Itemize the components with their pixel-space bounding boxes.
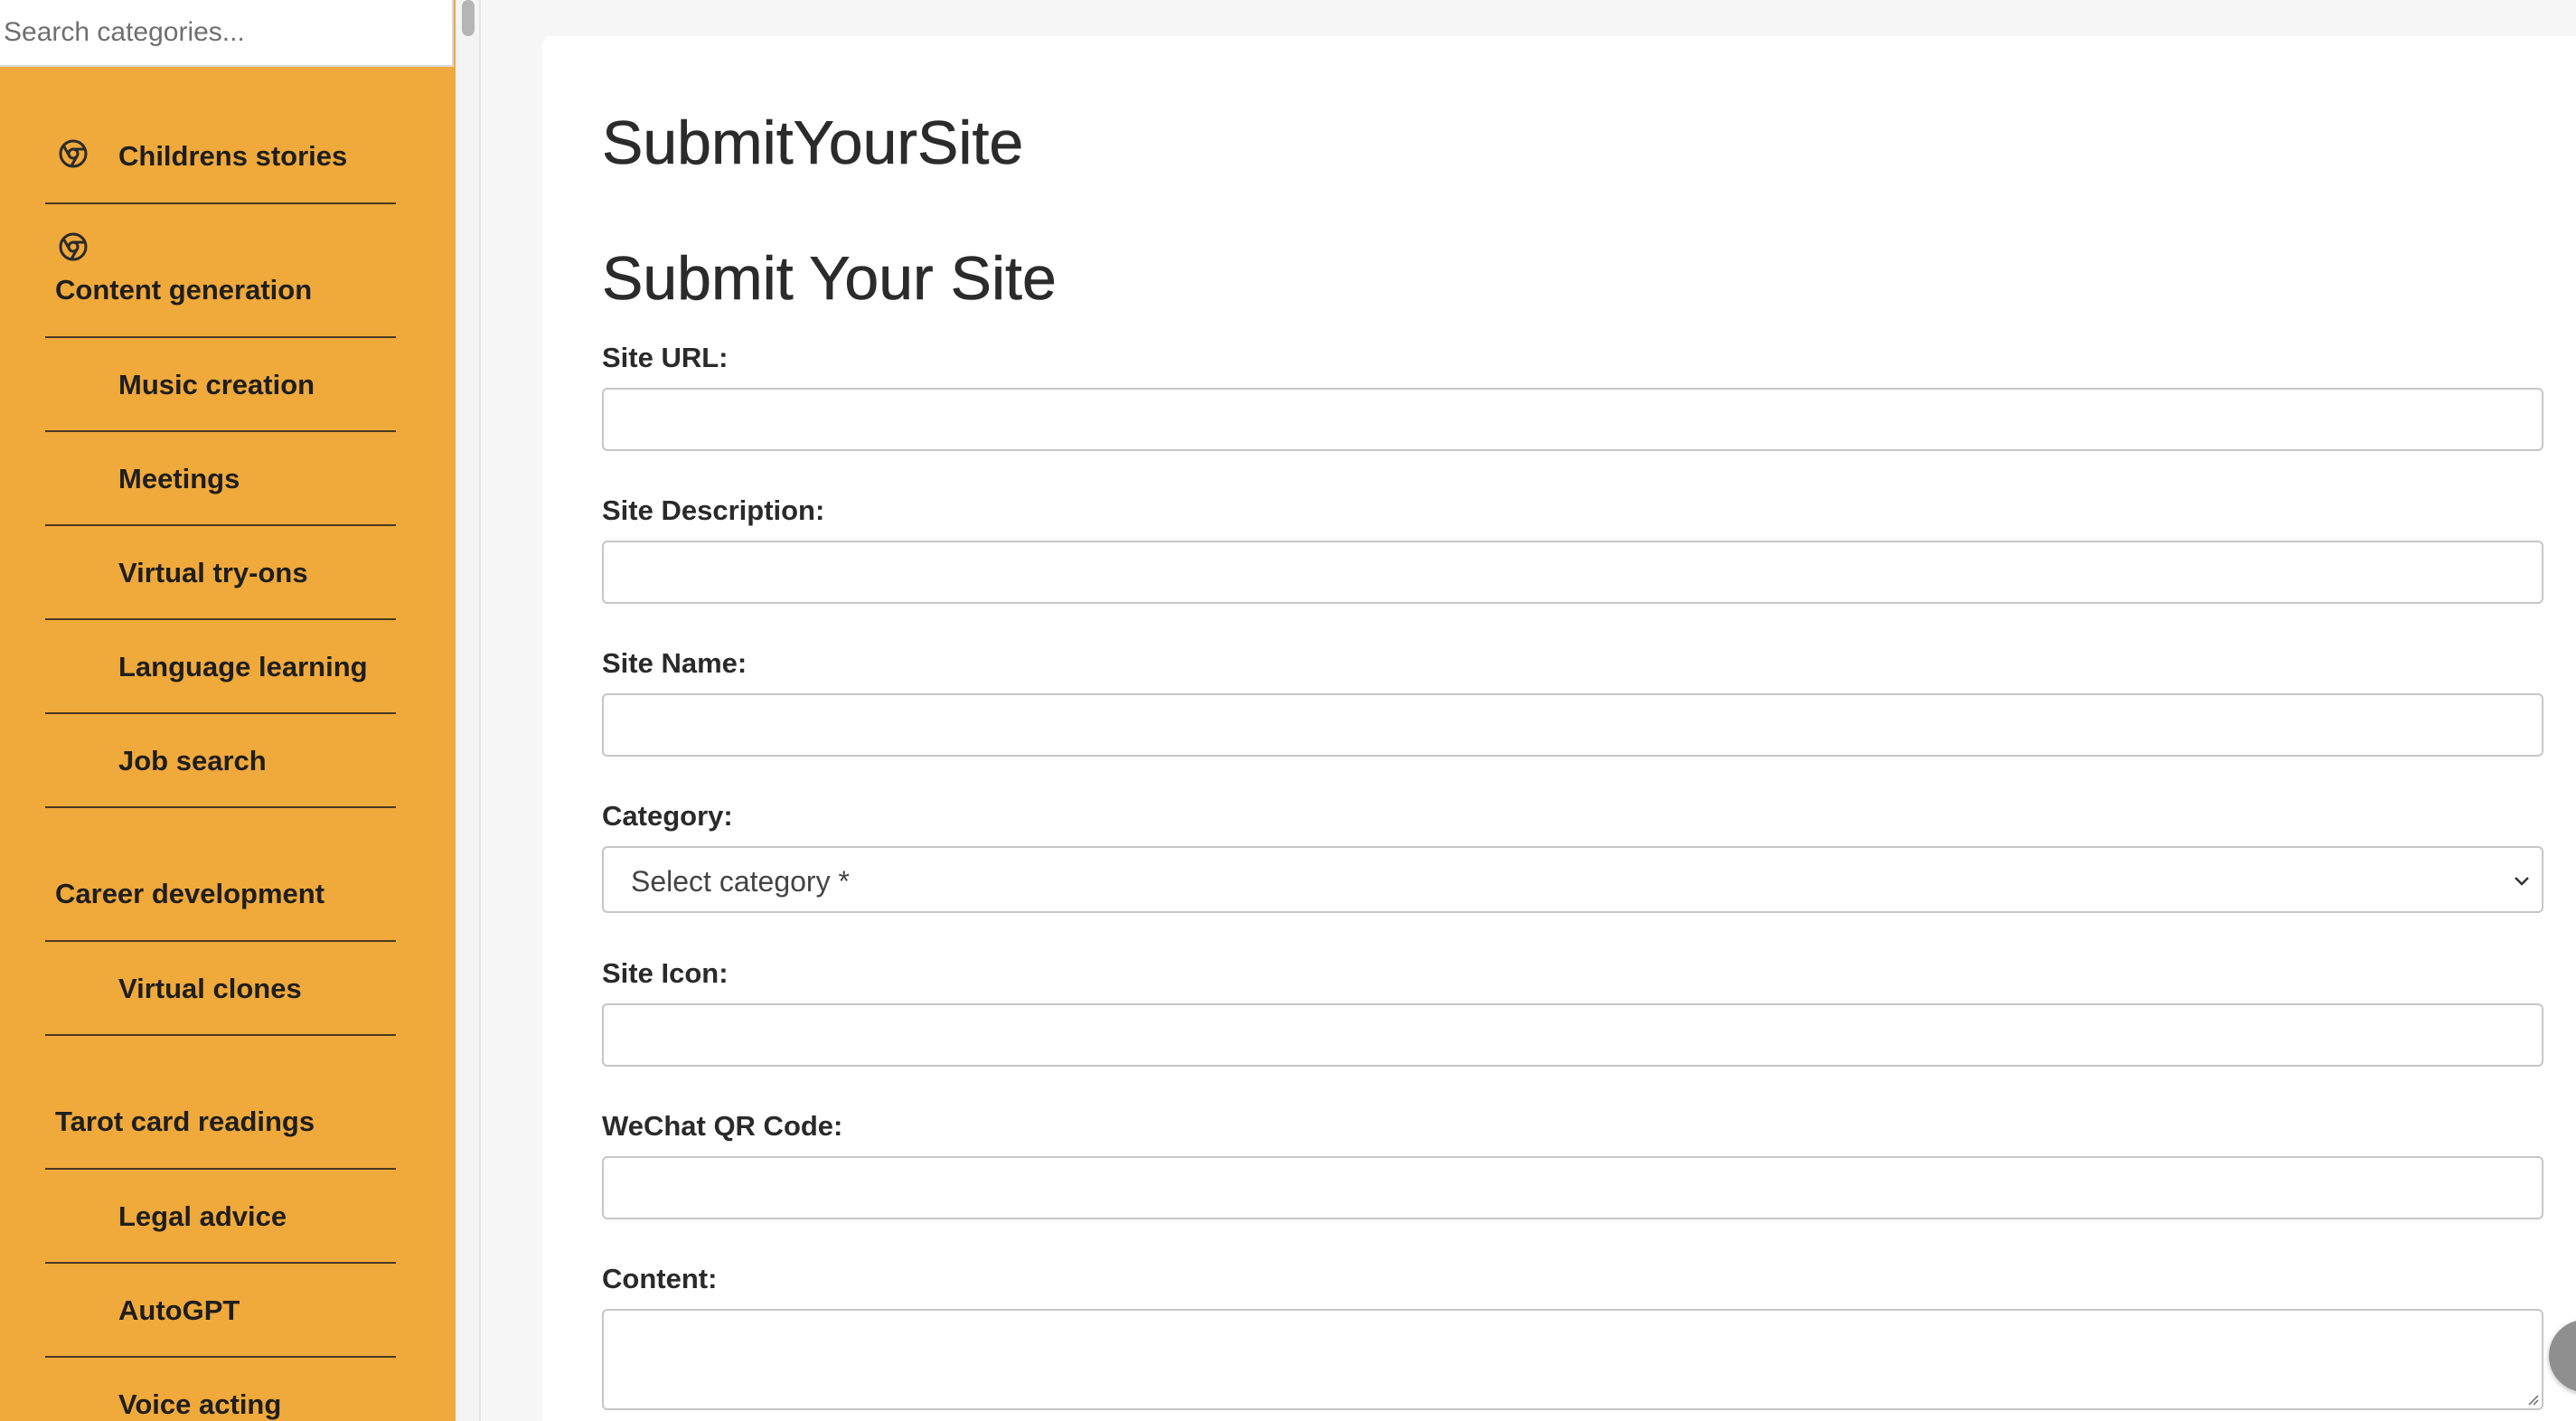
scrollbar-thumb[interactable] (462, 0, 475, 36)
sidebar-item-virtual-try-ons[interactable]: Virtual try-ons (45, 526, 396, 620)
form-title: Submit Your Site (602, 244, 1057, 313)
sidebar-scrollbar[interactable] (456, 0, 481, 1421)
sidebar-item-label: Voice acting (118, 1388, 282, 1420)
sidebar-item-label: AutoGPT (118, 1294, 240, 1326)
category-select-value: Select category * (631, 865, 850, 898)
site-description-label: Site Description: (602, 494, 825, 526)
sidebar-item-label: Childrens stories (118, 140, 348, 172)
sidebar-item-virtual-clones[interactable]: Virtual clones (45, 942, 396, 1036)
page-title: SubmitYourSite (602, 108, 1024, 177)
category-sidebar: Childrens stories Content generation Mus… (0, 0, 456, 1421)
sidebar-item-autogpt[interactable]: AutoGPT (45, 1264, 396, 1358)
site-icon-label: Site Icon: (602, 957, 729, 989)
sidebar-item-label: Music creation (118, 369, 315, 400)
site-name-label: Site Name: (602, 647, 747, 679)
site-description-input[interactable] (602, 541, 2543, 604)
site-name-input[interactable] (602, 693, 2543, 757)
sidebar-item-label: Legal advice (118, 1200, 287, 1232)
sidebar-item-language-learning[interactable]: Language learning (45, 620, 396, 714)
sidebar-item-label: Virtual try-ons (118, 557, 308, 588)
sidebar-item-content-generation[interactable]: Content generation (45, 204, 396, 338)
sidebar-item-legal-advice[interactable]: Legal advice (45, 1170, 396, 1264)
sidebar-item-label: Tarot card readings (55, 1106, 315, 1137)
site-icon-input[interactable] (602, 1003, 2543, 1067)
submit-form-panel: SubmitYourSite Submit Your Site Site URL… (542, 36, 2576, 1421)
sidebar-item-childrens-stories[interactable]: Childrens stories (45, 116, 396, 204)
sidebar-item-job-search[interactable]: Job search (45, 714, 396, 808)
sidebar-item-label: Virtual clones (118, 973, 302, 1004)
wechat-qr-input[interactable] (602, 1156, 2543, 1219)
category-search-box[interactable] (0, 0, 454, 67)
sidebar-item-label: Meetings (118, 463, 240, 494)
category-select[interactable]: Select category * (602, 846, 2543, 913)
sidebar-item-label: Content generation (55, 274, 313, 306)
sidebar-item-label: Language learning (118, 651, 368, 682)
resize-grip-icon[interactable] (2524, 1390, 2540, 1407)
chrome-icon (59, 232, 88, 261)
chrome-icon (59, 139, 88, 168)
sidebar-item-label: Job search (118, 745, 267, 776)
sidebar-item-meetings[interactable]: Meetings (45, 432, 396, 526)
content-textarea[interactable] (602, 1309, 2543, 1410)
sidebar-item-label: Career development (55, 878, 325, 909)
sidebar-item-voice-acting[interactable]: Voice acting (45, 1358, 396, 1421)
site-url-input[interactable] (602, 388, 2543, 451)
category-label: Category: (602, 800, 733, 832)
chevron-down-icon (2515, 877, 2529, 886)
sidebar-item-career-development[interactable]: Career development (45, 808, 396, 942)
category-search-input[interactable] (0, 0, 452, 65)
site-url-label: Site URL: (602, 342, 729, 373)
sidebar-item-music-creation[interactable]: Music creation (45, 338, 396, 432)
sidebar-item-tarot-card-readings[interactable]: Tarot card readings (45, 1036, 396, 1170)
wechat-qr-label: WeChat QR Code: (602, 1110, 843, 1142)
content-label: Content: (602, 1263, 718, 1294)
